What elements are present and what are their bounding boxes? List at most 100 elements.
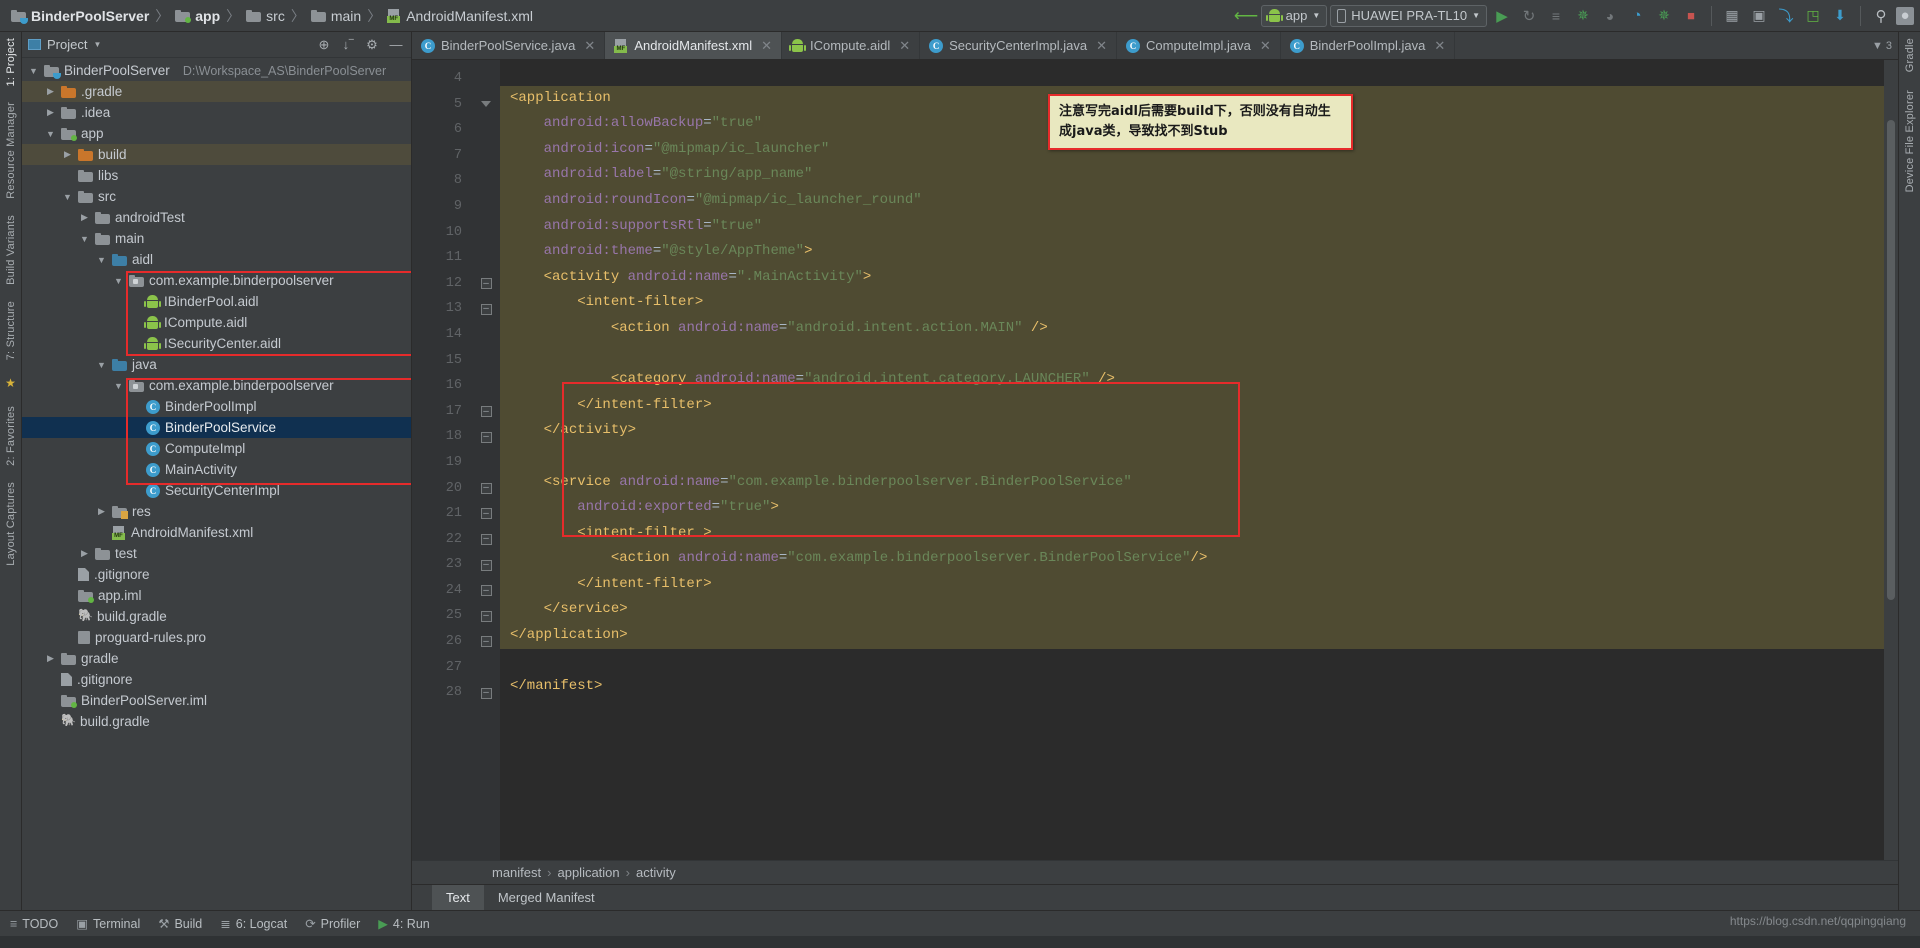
- code-line[interactable]: </application>: [500, 623, 1884, 649]
- tree-item-isecuritycenter-aidl[interactable]: ISecurityCenter.aidl: [22, 333, 411, 354]
- tool-window-tab-2-favorites[interactable]: 2: Favorites: [5, 406, 17, 466]
- twisty-collapsed-icon[interactable]: ▶: [62, 149, 73, 160]
- breadcrumb-item-app[interactable]: app: [170, 8, 225, 24]
- code-line[interactable]: </intent-filter>: [500, 392, 1884, 419]
- tree-item-aidl[interactable]: ▼ aidl: [22, 249, 411, 270]
- code-line[interactable]: <category android:name="android.intent.c…: [500, 367, 1884, 393]
- tree-item--gitignore[interactable]: .gitignore: [22, 564, 411, 585]
- code-line[interactable]: <action android:name="com.example.binder…: [500, 546, 1884, 572]
- status-bar-item-todo[interactable]: ≡ TODO: [10, 917, 58, 931]
- status-bar-item-profiler[interactable]: ⟳ Profiler: [305, 916, 360, 932]
- close-icon[interactable]: ✕: [1434, 38, 1445, 54]
- code-line[interactable]: [500, 60, 1884, 86]
- twisty-expanded-icon[interactable]: ▼: [62, 192, 73, 202]
- code-line[interactable]: <service android:name="com.example.binde…: [500, 469, 1884, 496]
- sdk-manager-icon[interactable]: ▦: [1720, 4, 1744, 28]
- tree-item-binderpoolimpl[interactable]: C BinderPoolImpl: [22, 396, 411, 417]
- view-tab-merged-manifest[interactable]: Merged Manifest: [484, 885, 609, 910]
- editor-scrollbar[interactable]: [1884, 60, 1898, 860]
- code-folding-column[interactable]: – – – – – – – – – – – –: [472, 60, 500, 860]
- twisty-expanded-icon[interactable]: ▼: [45, 129, 56, 139]
- editor-tab-icompute-aidl[interactable]: ICompute.aidl ✕: [782, 32, 921, 59]
- breadcrumb-item-binderpoolserver[interactable]: BinderPoolServer: [6, 8, 154, 24]
- editor-tab-binderpoolservice-java[interactable]: C BinderPoolService.java ✕: [412, 32, 606, 59]
- tree-item-app-iml[interactable]: app.iml: [22, 585, 411, 606]
- tree-item-app[interactable]: ▼ app: [22, 123, 411, 144]
- code-line[interactable]: [500, 649, 1884, 675]
- twisty-collapsed-icon[interactable]: ▶: [79, 548, 90, 559]
- tool-window-tab-gradle[interactable]: Gradle: [1904, 38, 1916, 72]
- run-configuration-selector[interactable]: app ▼: [1260, 4, 1328, 27]
- status-bar-item-build[interactable]: ⚒ Build: [158, 916, 202, 932]
- twisty-expanded-icon[interactable]: ▼: [96, 255, 107, 265]
- close-icon[interactable]: ✕: [1260, 38, 1271, 54]
- stop-icon[interactable]: ■: [1679, 4, 1703, 28]
- editor-tab-securitycenterimpl-java[interactable]: C SecurityCenterImpl.java ✕: [920, 32, 1118, 59]
- back-arrow-icon[interactable]: ⟶: [1233, 4, 1257, 28]
- code-line[interactable]: android:label="@string/app_name": [500, 162, 1884, 188]
- scrollbar-thumb[interactable]: [1887, 120, 1895, 600]
- avd-manager-icon[interactable]: ▣: [1747, 4, 1771, 28]
- tree-item-binderpoolserver-iml[interactable]: BinderPoolServer.iml: [22, 690, 411, 711]
- code-breadcrumb-item-application[interactable]: application: [557, 865, 619, 880]
- view-tab-text[interactable]: Text: [432, 885, 484, 910]
- twisty-collapsed-icon[interactable]: ▶: [79, 212, 90, 223]
- tree-item-proguard-rules-pro[interactable]: proguard-rules.pro: [22, 627, 411, 648]
- twisty-expanded-icon[interactable]: ▼: [96, 360, 107, 370]
- twisty-expanded-icon[interactable]: ▼: [79, 234, 90, 244]
- tree-item-com-example-binderpoolserver[interactable]: ▼ com.example.binderpoolserver: [22, 375, 411, 396]
- code-line[interactable]: [500, 443, 1884, 470]
- device-file-explorer-icon[interactable]: ⬇: [1828, 4, 1852, 28]
- tree-item-ibinderpool-aidl[interactable]: IBinderPool.aidl: [22, 291, 411, 312]
- code-line[interactable]: </intent-filter>: [500, 571, 1884, 598]
- code-breadcrumb-item-activity[interactable]: activity: [636, 865, 676, 880]
- breadcrumb-item-src[interactable]: src: [241, 8, 290, 24]
- code-content[interactable]: <application android:allowBackup="true" …: [500, 60, 1884, 860]
- breadcrumb-item-main[interactable]: main: [306, 8, 366, 24]
- tree-item-binderpoolserver[interactable]: ▼ BinderPoolServer D:\Workspace_AS\BinderP…: [22, 60, 411, 81]
- locate-icon[interactable]: ⊕: [315, 36, 333, 54]
- tree-item--idea[interactable]: ▶ .idea: [22, 102, 411, 123]
- code-editor[interactable]: 4 5 6 7 8 9 10 11 12 13 14 15 16 17 18 19 20 21 22 23 24 25 26…: [412, 60, 1898, 860]
- editor-tab-androidmanifest-xml[interactable]: MF AndroidManifest.xml ✕: [605, 32, 782, 59]
- code-line[interactable]: android:roundIcon="@mipmap/ic_launcher_r…: [500, 187, 1884, 214]
- tree-item-computeimpl[interactable]: C ComputeImpl: [22, 438, 411, 459]
- tree-item--gradle[interactable]: ▶ .gradle: [22, 81, 411, 102]
- tool-window-tab-7-structure[interactable]: 7: Structure: [5, 301, 17, 360]
- breadcrumb-item-androidmanifest-xml[interactable]: MF AndroidManifest.xml: [382, 8, 538, 24]
- code-line[interactable]: android:exported="true">: [500, 495, 1884, 521]
- status-bar-item-4-run[interactable]: ▶ 4: Run: [378, 916, 429, 932]
- code-line[interactable]: <action android:name="android.intent.act…: [500, 315, 1884, 342]
- tool-window-tab-resource-manager[interactable]: Resource Manager: [5, 102, 17, 199]
- twisty-collapsed-icon[interactable]: ▶: [96, 506, 107, 517]
- close-icon[interactable]: ✕: [761, 38, 772, 54]
- close-icon[interactable]: ✕: [584, 38, 595, 54]
- editor-tab-computeimpl-java[interactable]: C ComputeImpl.java ✕: [1117, 32, 1281, 59]
- run-with-coverage-icon[interactable]: ✵: [1652, 4, 1676, 28]
- device-selector[interactable]: HUAWEI PRA-TL10 ▼: [1330, 4, 1487, 27]
- twisty-expanded-icon[interactable]: ▼: [28, 66, 39, 76]
- tool-window-tab-build-variants[interactable]: Build Variants: [5, 215, 17, 285]
- tree-item-gradle[interactable]: ▶ gradle: [22, 648, 411, 669]
- code-breadcrumb-item-manifest[interactable]: manifest: [492, 865, 541, 880]
- status-bar-item-terminal[interactable]: ▣ Terminal: [76, 916, 140, 932]
- tree-item-androidtest[interactable]: ▶ androidTest: [22, 207, 411, 228]
- twisty-collapsed-icon[interactable]: ▶: [45, 107, 56, 118]
- editor-tab-binderpoolimpl-java[interactable]: C BinderPoolImpl.java ✕: [1281, 32, 1456, 59]
- code-line[interactable]: </activity>: [500, 418, 1884, 444]
- search-everywhere-icon[interactable]: ⚲: [1869, 4, 1893, 28]
- twisty-collapsed-icon[interactable]: ▶: [45, 653, 56, 664]
- profiler-icon[interactable]: ◔: [1625, 4, 1649, 28]
- run-icon[interactable]: ▶: [1490, 4, 1514, 28]
- code-line[interactable]: android:theme="@style/AppTheme">: [500, 239, 1884, 265]
- code-line[interactable]: <intent-filter >: [500, 520, 1884, 547]
- hide-icon[interactable]: —: [387, 36, 405, 54]
- tree-item-icompute-aidl[interactable]: ICompute.aidl: [22, 312, 411, 333]
- tool-window-tab-layout-captures[interactable]: Layout Captures: [5, 482, 17, 566]
- tree-item-binderpoolservice[interactable]: C BinderPoolService: [22, 417, 411, 438]
- tool-window-tab-device-file-explorer[interactable]: Device File Explorer: [1904, 90, 1916, 192]
- user-avatar-icon[interactable]: ●: [1896, 6, 1914, 25]
- tree-item-main[interactable]: ▼ main: [22, 228, 411, 249]
- tree-item-androidmanifest-xml[interactable]: MF AndroidManifest.xml: [22, 522, 411, 543]
- twisty-expanded-icon[interactable]: ▼: [113, 276, 124, 286]
